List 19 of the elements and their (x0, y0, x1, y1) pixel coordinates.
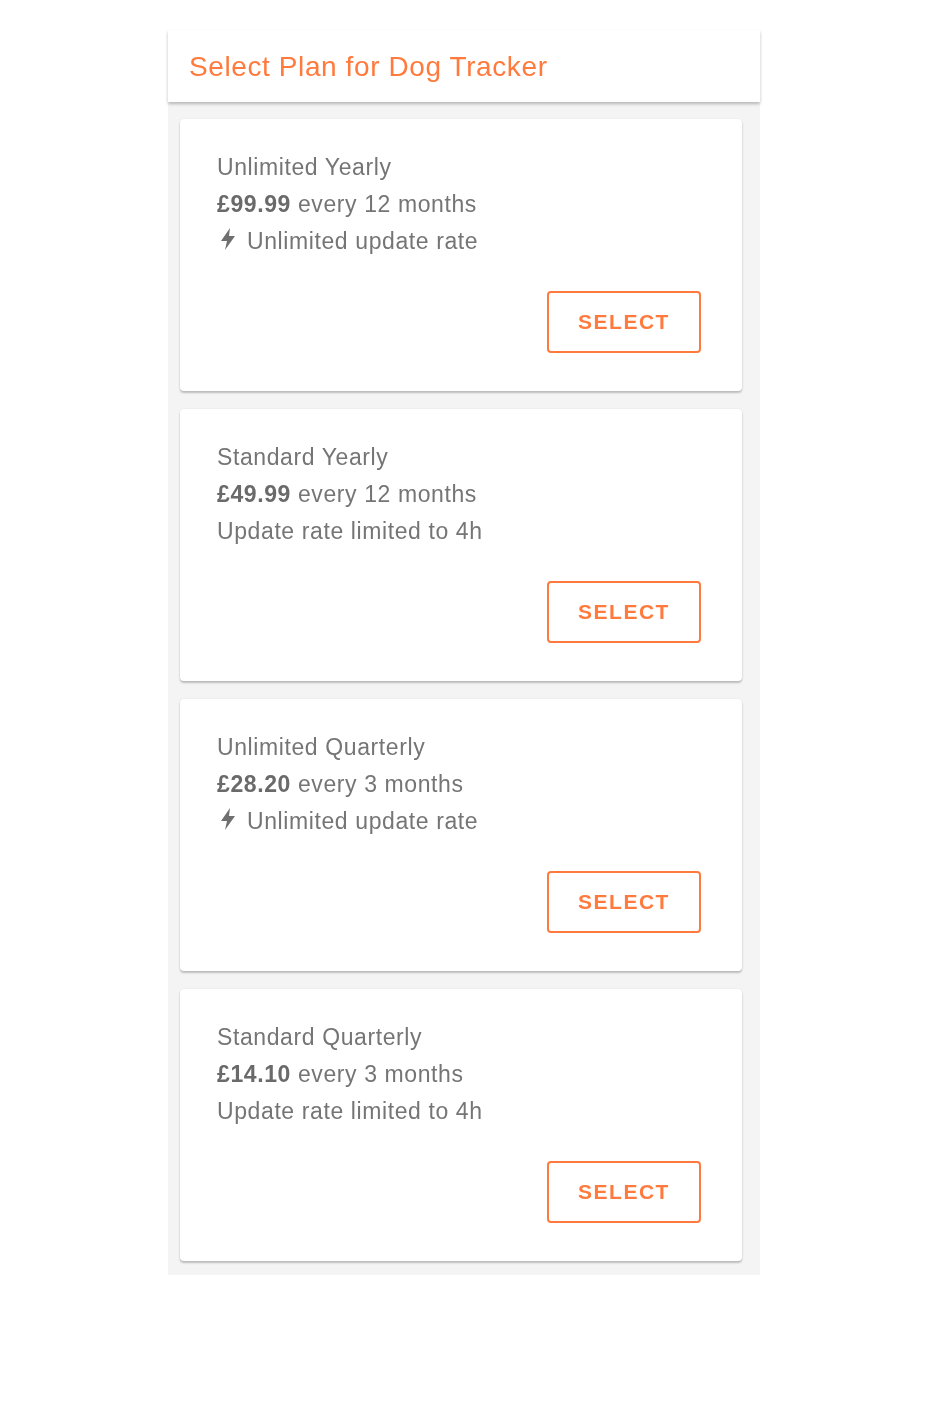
plan-name: Standard Yearly (217, 443, 390, 472)
select-button[interactable]: SELECT (547, 1161, 701, 1223)
lightning-bolt-icon (220, 227, 236, 250)
plan-price: £49.99 every 12 months (217, 480, 478, 509)
page-title: Select Plan for Dog Tracker (189, 50, 548, 83)
select-button[interactable]: SELECT (547, 291, 701, 353)
plan-feature: Unlimited update rate (247, 227, 479, 256)
plan-name: Unlimited Quarterly (217, 733, 427, 762)
select-button[interactable]: SELECT (547, 581, 701, 643)
plan-name: Unlimited Yearly (217, 153, 393, 182)
plan-feature: Update rate limited to 4h (217, 1097, 483, 1126)
plan-feature: Update rate limited to 4h (217, 517, 483, 546)
plan-price: £14.10 every 3 months (217, 1060, 465, 1089)
select-button[interactable]: SELECT (547, 871, 701, 933)
plan-price: £99.99 every 12 months (217, 190, 478, 219)
plan-feature: Unlimited update rate (247, 807, 479, 836)
lightning-bolt-icon (220, 807, 236, 830)
plan-name: Standard Quarterly (217, 1023, 424, 1052)
plan-price: £28.20 every 3 months (217, 770, 465, 799)
